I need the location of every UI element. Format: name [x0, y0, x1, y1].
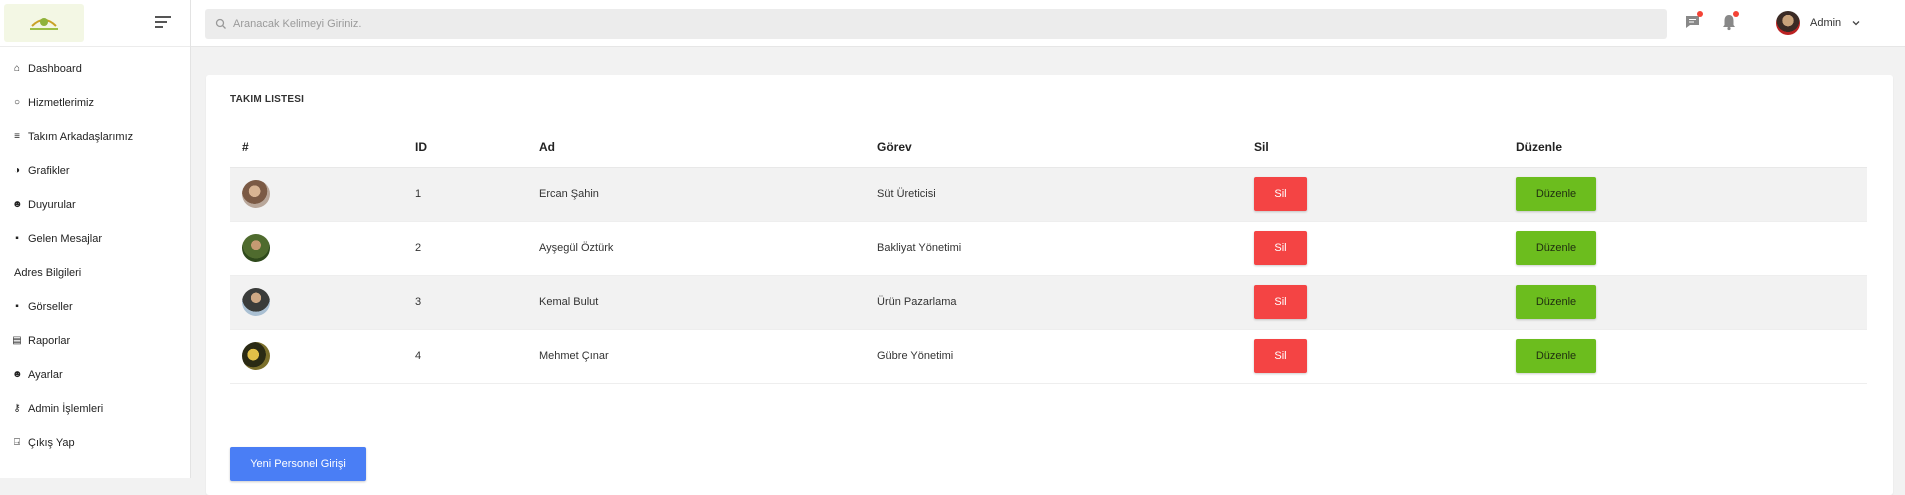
cell-name: Kemal Bulut: [539, 296, 599, 308]
sidebar-item-gorseller[interactable]: ▪ Görseller: [0, 290, 190, 324]
table-row: 4 Mehmet Çınar Gübre Yönetimi Sil Düzenl…: [230, 329, 1867, 383]
sidebar-item-duyurular[interactable]: ☻ Duyurular: [0, 188, 190, 222]
cell-role: Süt Üreticisi: [877, 188, 936, 200]
message-icon: ▪: [15, 233, 19, 244]
pie-chart-icon: ◑: [13, 165, 21, 176]
column-header: Sil: [1254, 127, 1516, 168]
messages-button[interactable]: [1683, 11, 1703, 32]
sidebar-item-takim[interactable]: ≡ Takım Arkadaşlarımız: [0, 120, 190, 154]
delete-button[interactable]: Sil: [1254, 285, 1307, 319]
table-row: 3 Kemal Bulut Ürün Pazarlama Sil Düzenle: [230, 275, 1867, 329]
new-staff-button[interactable]: Yeni Personel Girişi: [230, 447, 366, 481]
logo-area: [0, 0, 190, 47]
cell-id: 4: [415, 350, 422, 362]
sidebar-item-dashboard[interactable]: ⌂ Dashboard: [0, 52, 190, 86]
column-header: Ad: [539, 127, 877, 168]
avatar: [242, 180, 270, 208]
sidebar-item-label: Raporlar: [28, 335, 71, 347]
key-icon: ⚷: [13, 403, 21, 414]
exit-icon: ⍈: [14, 437, 20, 448]
sidebar-item-grafikler[interactable]: ◑ Grafikler: [0, 154, 190, 188]
delete-button[interactable]: Sil: [1254, 177, 1307, 211]
menu-toggle-icon[interactable]: [155, 16, 171, 28]
sidebar: ⌂ Dashboard ○ Hizmetlerimiz ≡ Takım Arkadaş…: [0, 0, 191, 478]
card-title: TAKIM LISTESI: [230, 94, 305, 105]
brand-logo[interactable]: [4, 4, 84, 42]
team-table: # ID Ad Görev Sil Düzenle 1 Ercan Şahin …: [230, 127, 1867, 384]
search-input[interactable]: [233, 18, 1633, 30]
user-name: Admin: [1810, 17, 1842, 29]
circle-icon: ○: [13, 97, 21, 108]
search-bar: [205, 9, 1667, 39]
cell-name: Mehmet Çınar: [539, 350, 609, 362]
sidebar-item-adres[interactable]: Adres Bilgileri: [0, 256, 190, 290]
cell-id: 1: [415, 188, 422, 200]
cell-role: Bakliyat Yönetimi: [877, 242, 962, 254]
image-icon: ▪: [15, 301, 19, 312]
sidebar-item-label: Ayarlar: [28, 369, 63, 381]
table-row: 2 Ayşegül Öztürk Bakliyat Yönetimi Sil D…: [230, 221, 1867, 275]
notification-dot: [1697, 11, 1703, 17]
sidebar-item-label: Grafikler: [28, 165, 70, 177]
edit-button[interactable]: Düzenle: [1516, 177, 1596, 211]
avatar: [242, 288, 270, 316]
delete-button[interactable]: Sil: [1254, 339, 1307, 373]
sidebar-item-label: Duyurular: [28, 199, 76, 211]
sidebar-item-label: Gelen Mesajlar: [28, 233, 102, 245]
sidebar-item-hizmetlerimiz[interactable]: ○ Hizmetlerimiz: [0, 86, 190, 120]
sidebar-item-raporlar[interactable]: ▤ Raporlar: [0, 324, 190, 358]
list-icon: ≡: [14, 131, 20, 142]
table-row: 1 Ercan Şahin Süt Üreticisi Sil Düzenle: [230, 167, 1867, 221]
sidebar-item-cikis[interactable]: ⍈ Çıkış Yap: [0, 426, 190, 460]
search-icon: [215, 18, 226, 29]
sidebar-item-label: Adres Bilgileri: [14, 267, 82, 279]
cell-role: Ürün Pazarlama: [877, 296, 957, 308]
cell-name: Ercan Şahin: [539, 188, 599, 200]
avatar: [242, 234, 270, 262]
team-list-card: TAKIM LISTESI # ID Ad Görev Sil Düzenle …: [206, 75, 1893, 495]
sidebar-item-mesajlar[interactable]: ▪ Gelen Mesajlar: [0, 222, 190, 256]
edit-button[interactable]: Düzenle: [1516, 339, 1596, 373]
cell-name: Ayşegül Öztürk: [539, 242, 614, 254]
column-header: Görev: [877, 127, 1254, 168]
notifications-button[interactable]: [1719, 11, 1739, 32]
topbar: Admin: [191, 0, 1905, 47]
notification-dot: [1733, 11, 1739, 17]
column-header: #: [230, 127, 415, 168]
sidebar-item-label: Görseller: [28, 301, 73, 313]
sidebar-item-label: Admin İşlemleri: [28, 403, 104, 415]
delete-button[interactable]: Sil: [1254, 231, 1307, 265]
sidebar-item-label: Takım Arkadaşlarımız: [28, 131, 134, 143]
sidebar-item-label: Dashboard: [28, 63, 82, 75]
avatar: [1776, 11, 1800, 35]
cell-id: 2: [415, 242, 422, 254]
sidebar-nav: ⌂ Dashboard ○ Hizmetlerimiz ≡ Takım Arkadaş…: [0, 52, 190, 460]
smiley-icon: ☻: [12, 199, 23, 210]
cell-role: Gübre Yönetimi: [877, 350, 954, 362]
sidebar-item-label: Hizmetlerimiz: [28, 97, 94, 109]
cell-id: 3: [415, 296, 422, 308]
column-header: ID: [415, 127, 539, 168]
home-icon: ⌂: [13, 63, 21, 74]
column-header: Düzenle: [1516, 127, 1867, 168]
chevron-down-icon: [1852, 21, 1860, 26]
sidebar-item-label: Çıkış Yap: [28, 437, 75, 449]
edit-button[interactable]: Düzenle: [1516, 285, 1596, 319]
table-header-row: # ID Ad Görev Sil Düzenle: [230, 127, 1867, 168]
edit-button[interactable]: Düzenle: [1516, 231, 1596, 265]
avatar: [242, 342, 270, 370]
settings-icon: ☻: [12, 369, 23, 380]
sidebar-item-admin[interactable]: ⚷ Admin İşlemleri: [0, 392, 190, 426]
sidebar-item-ayarlar[interactable]: ☻ Ayarlar: [0, 358, 190, 392]
user-menu[interactable]: Admin: [1776, 10, 1861, 36]
report-icon: ▤: [12, 335, 22, 346]
